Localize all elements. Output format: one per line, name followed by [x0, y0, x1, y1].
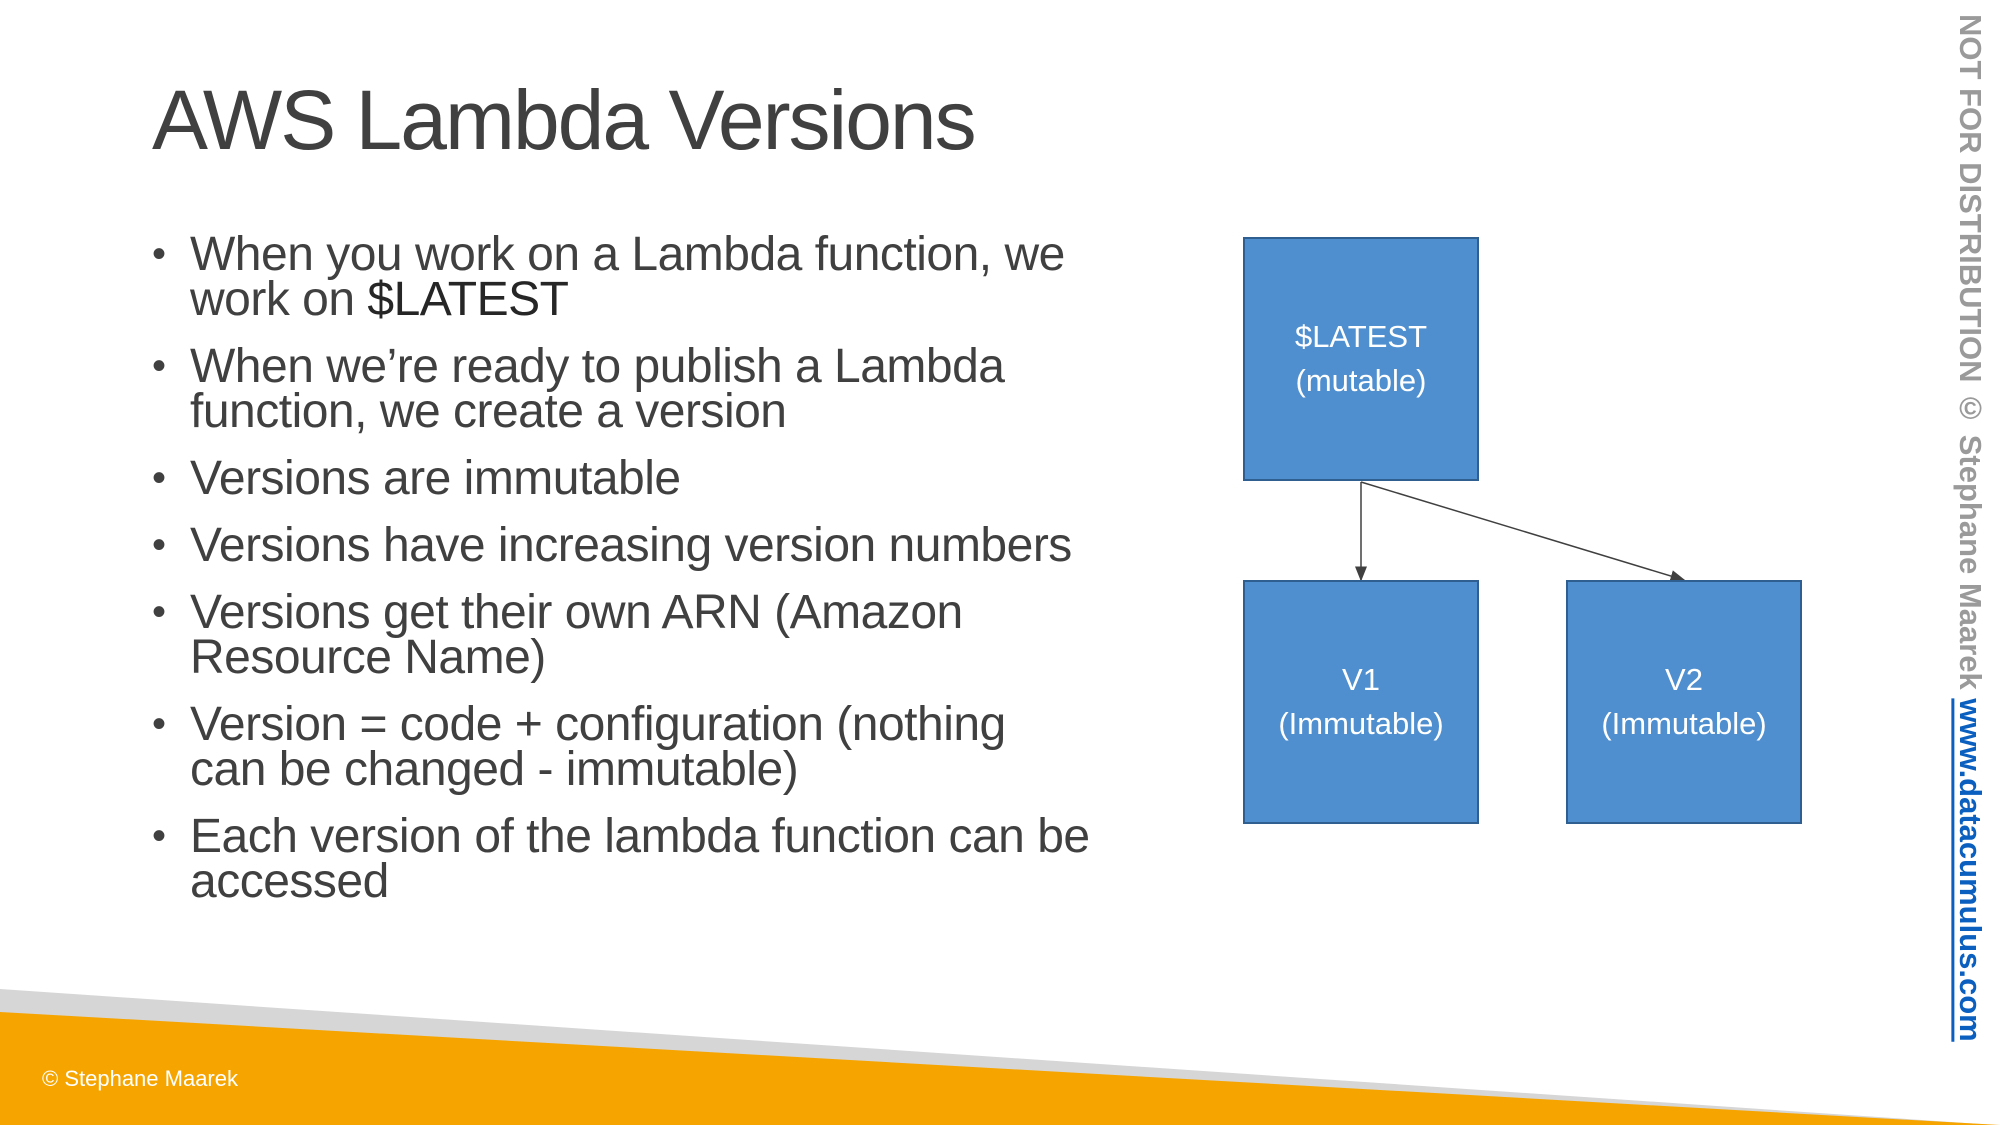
v1-box: V1 (Immutable): [1243, 580, 1479, 824]
footer-copyright: © Stephane Maarek: [42, 1066, 238, 1091]
box-note: (Immutable): [1601, 706, 1767, 741]
latest-box: $LATEST (mutable): [1243, 237, 1479, 481]
watermark: NOT FOR DISTRIBUTION © Stephane Maarek w…: [1952, 14, 1988, 1042]
watermark-link[interactable]: www.datacumulus.com: [1953, 698, 1988, 1041]
box-label: V1: [1342, 662, 1380, 697]
v2-box: V2 (Immutable): [1566, 580, 1802, 824]
box-label: V2: [1665, 662, 1703, 697]
diagram-arrows: [1355, 481, 1686, 582]
watermark-text: NOT FOR DISTRIBUTION © Stephane Maarek: [1953, 14, 1988, 699]
box-note: (Immutable): [1278, 706, 1444, 741]
arrow-latest-to-v2: [1360, 481, 1686, 582]
box-note: (mutable): [1295, 363, 1427, 398]
box-label: $LATEST: [1294, 319, 1428, 354]
